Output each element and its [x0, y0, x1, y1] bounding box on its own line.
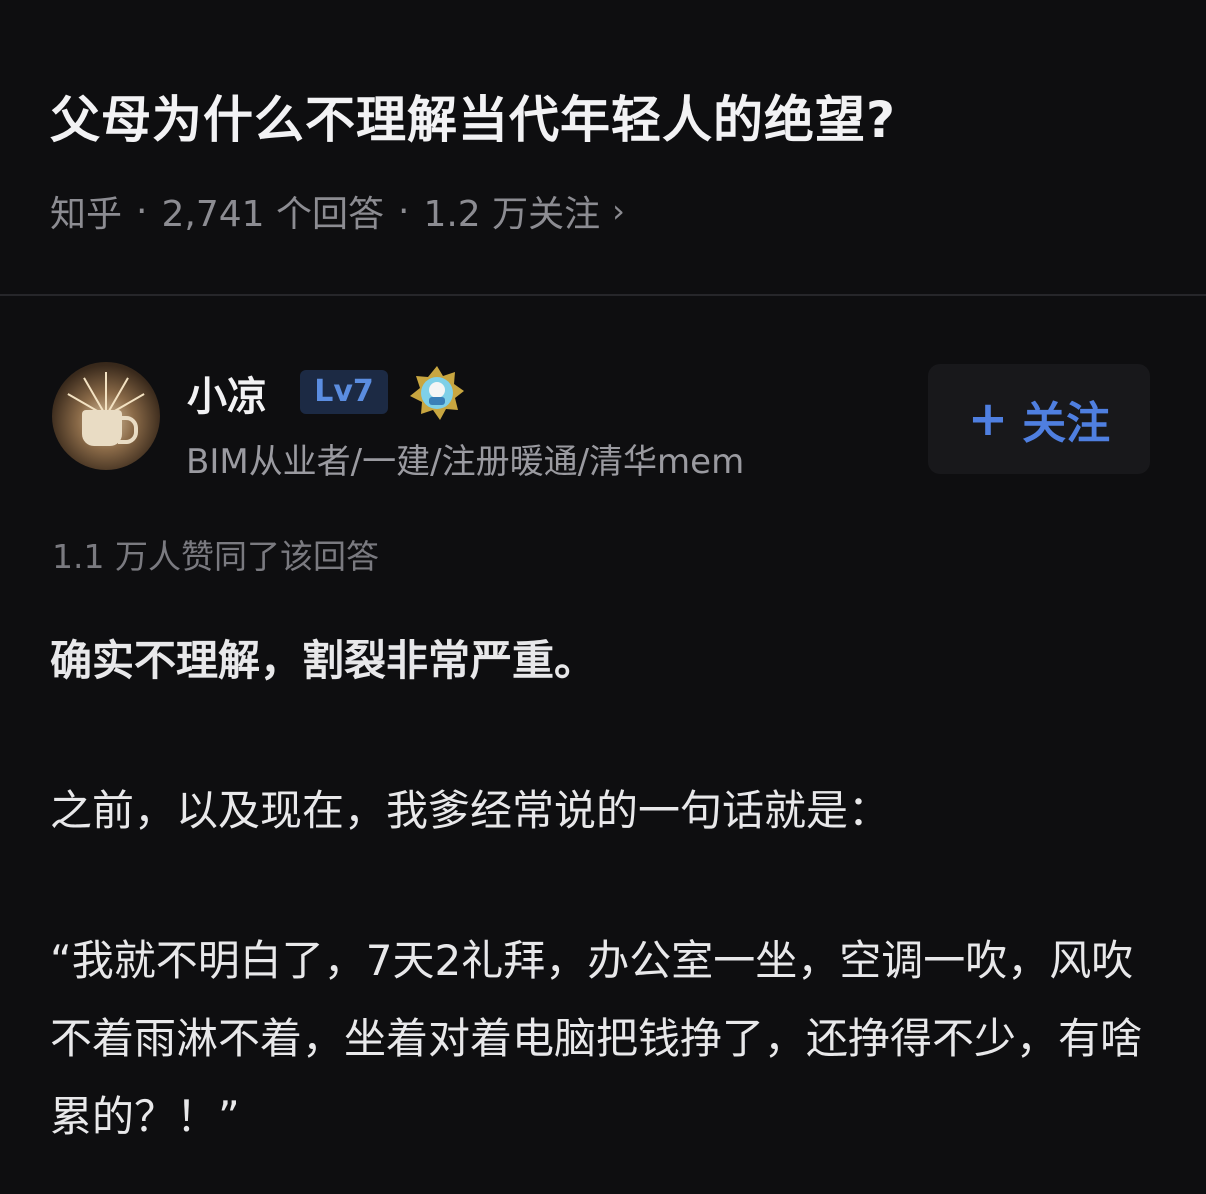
- question-title[interactable]: 父母为什么不理解当代年轻人的绝望?: [50, 80, 896, 152]
- upvote-count: 1.1 万人赞同了该回答: [52, 537, 379, 576]
- meta-separator: ·: [397, 190, 410, 232]
- avatar[interactable]: [52, 362, 160, 470]
- answer-body: 确实不理解，割裂非常严重。 之前，以及现在，我爹经常说的一句话就是： “我就不明…: [50, 622, 1160, 1156]
- author-bio: BIM从业者/一建/注册暖通/清华mem: [186, 442, 745, 482]
- answers-count: 2,741 个回答: [161, 194, 384, 235]
- answer-card: 小凉 Lv7 BIM从业者/一建/注册暖通/清华mem + 关注 1.1 万人赞…: [0, 296, 1206, 1194]
- author-name[interactable]: 小凉: [187, 364, 267, 422]
- meta-separator: ·: [136, 190, 148, 232]
- cup-handle: [118, 416, 138, 444]
- follow-label: 关注: [1022, 398, 1111, 449]
- followers-count: 1.2 万关注: [423, 194, 601, 235]
- source-label: 知乎: [50, 194, 123, 235]
- answer-paragraph: “我就不明白了，7天2礼拜，办公室一坐，空调一吹，风吹不着雨淋不着，坐着对着电脑…: [50, 936, 1143, 1141]
- medal-icon: [410, 366, 464, 420]
- answer-paragraph: 确实不理解，割裂非常严重。: [50, 636, 597, 685]
- level-badge: Lv7: [300, 370, 388, 414]
- coffee-cup-icon: [82, 410, 122, 446]
- follow-button[interactable]: + 关注: [928, 364, 1150, 474]
- question-meta[interactable]: 知乎 · 2,741 个回答 · 1.2 万关注 ›: [50, 185, 625, 237]
- question-header: 父母为什么不理解当代年轻人的绝望? 知乎 · 2,741 个回答 · 1.2 万…: [0, 0, 1206, 296]
- chevron-right-icon: ›: [612, 192, 625, 230]
- answer-paragraph: 之前，以及现在，我爹经常说的一句话就是：: [50, 786, 891, 835]
- plus-icon: +: [967, 391, 1009, 447]
